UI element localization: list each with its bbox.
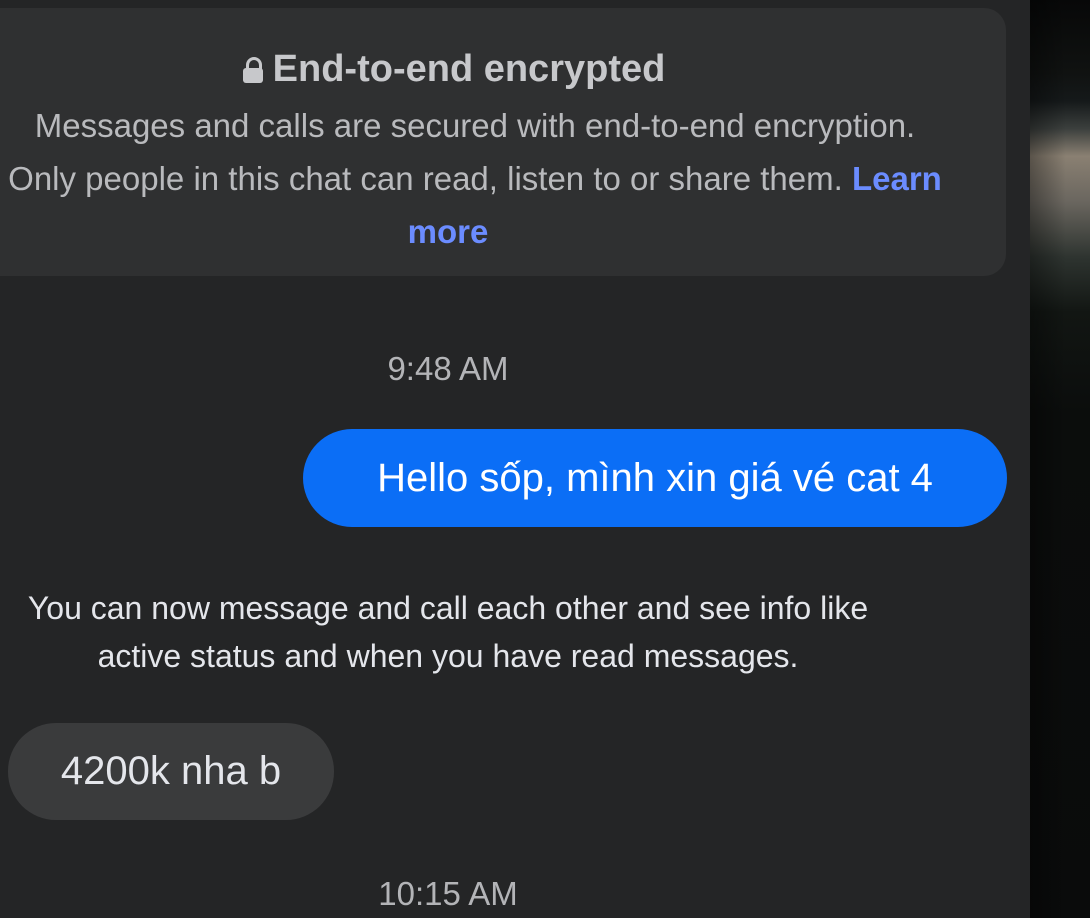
encryption-notice-card: End-to-end encrypted Messages and calls …	[0, 8, 1006, 276]
encryption-notice-line-2: Only people in this chat can read, liste…	[0, 159, 998, 199]
outgoing-message-bubble[interactable]: Hello sốp, mình xin giá vé cat 4	[303, 429, 1007, 527]
learn-more-link[interactable]: Learn	[852, 160, 942, 197]
system-message: You can now message and call each other …	[0, 584, 936, 680]
incoming-message-bubble[interactable]: 4200k nha b	[8, 723, 334, 820]
background-edge	[1030, 0, 1090, 918]
system-message-line-2: active status and when you have read mes…	[97, 638, 799, 674]
message-timestamp: 9:48 AM	[387, 350, 509, 387]
lock-icon-body	[242, 68, 263, 83]
encryption-notice-title: End-to-end encrypted	[272, 48, 666, 90]
encryption-notice-line-1: Messages and calls are secured with end-…	[34, 107, 916, 144]
lock-icon	[242, 57, 263, 83]
encryption-notice-line-2-text: Only people in this chat can read, liste…	[8, 160, 852, 197]
encryption-notice-title-row: End-to-end encrypted	[0, 46, 942, 92]
encryption-notice-line-3: more	[0, 212, 936, 252]
learn-more-link-continued[interactable]: more	[408, 213, 489, 250]
message-timestamp-2: 10:15 AM	[378, 875, 518, 912]
chat-thread: End-to-end encrypted Messages and calls …	[0, 0, 1030, 918]
system-message-line-1: You can now message and call each other …	[27, 590, 869, 626]
